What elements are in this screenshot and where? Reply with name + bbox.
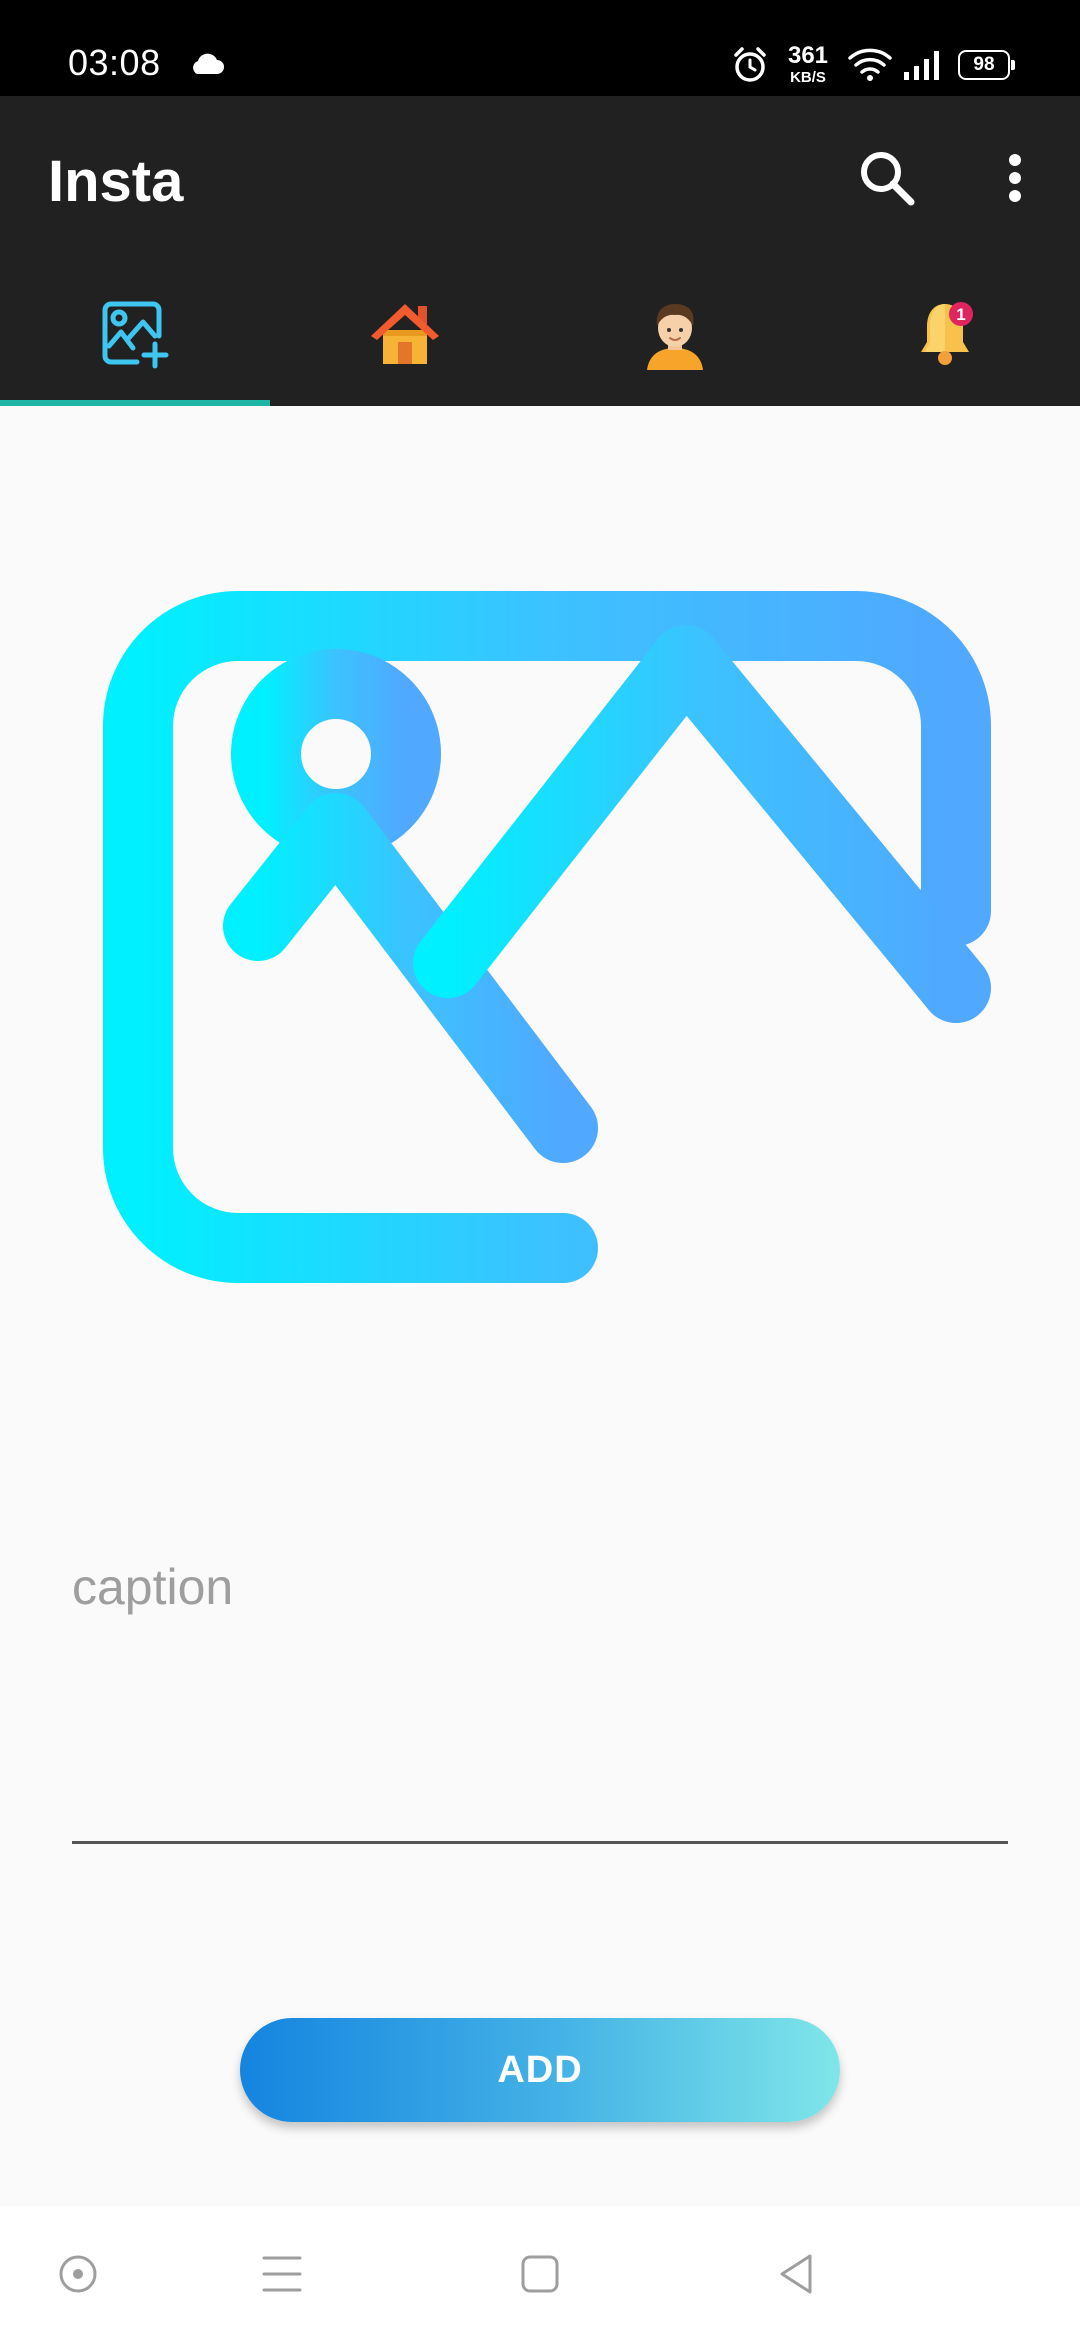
menu-icon bbox=[262, 2256, 302, 2292]
tab-home[interactable] bbox=[270, 286, 540, 406]
add-photo-icon bbox=[103, 591, 991, 1437]
caption-field[interactable] bbox=[72, 1536, 1008, 1844]
status-bar: 03:08 361 KB/S 98 bbox=[0, 0, 1080, 96]
tab-profile[interactable] bbox=[540, 286, 810, 406]
add-button[interactable]: ADD bbox=[240, 2018, 840, 2122]
notification-badge: 1 bbox=[956, 305, 965, 324]
image-picker[interactable] bbox=[88, 576, 998, 1442]
more-options-button[interactable] bbox=[995, 146, 1035, 210]
app-title: Insta bbox=[48, 149, 184, 214]
system-nav-bar bbox=[0, 2206, 1080, 2340]
caption-input[interactable] bbox=[72, 1536, 1008, 1616]
net-speed: 361 KB/S bbox=[782, 42, 834, 86]
tab-bar: 1 bbox=[0, 286, 1080, 406]
battery-icon: 98 bbox=[958, 50, 1015, 80]
battery-level: 98 bbox=[973, 54, 995, 75]
back-button[interactable] bbox=[766, 2244, 826, 2304]
home-button[interactable] bbox=[510, 2244, 570, 2304]
app-bar: Insta 1 bbox=[0, 96, 1080, 406]
search-icon bbox=[861, 152, 915, 206]
tab-add-post[interactable] bbox=[0, 286, 270, 406]
screen: 03:08 361 KB/S 98 Insta 1 caption ADD bbox=[0, 0, 1080, 2340]
create-post-form: ADD bbox=[0, 406, 1080, 2206]
home-square-icon bbox=[521, 2255, 559, 2293]
profile-avatar-icon bbox=[647, 304, 703, 370]
signal-icon bbox=[904, 51, 939, 80]
status-time: 03:08 bbox=[68, 42, 161, 83]
more-vert-icon bbox=[1009, 154, 1021, 202]
tab-notifications[interactable]: 1 bbox=[810, 286, 1080, 406]
assistant-icon bbox=[59, 2255, 97, 2293]
net-speed-value: 361 bbox=[787, 42, 829, 69]
add-photo-icon bbox=[102, 301, 169, 369]
notification-bell-icon: 1 bbox=[921, 302, 973, 365]
home-icon bbox=[371, 304, 439, 364]
cloud-icon bbox=[193, 53, 224, 74]
menu-button[interactable] bbox=[252, 2244, 312, 2304]
wifi-icon bbox=[848, 48, 892, 81]
assistant-button[interactable] bbox=[48, 2244, 108, 2304]
net-speed-unit: KB/S bbox=[790, 69, 826, 86]
search-button[interactable] bbox=[855, 146, 919, 210]
alarm-icon bbox=[734, 47, 766, 82]
back-triangle-icon bbox=[780, 2254, 812, 2294]
